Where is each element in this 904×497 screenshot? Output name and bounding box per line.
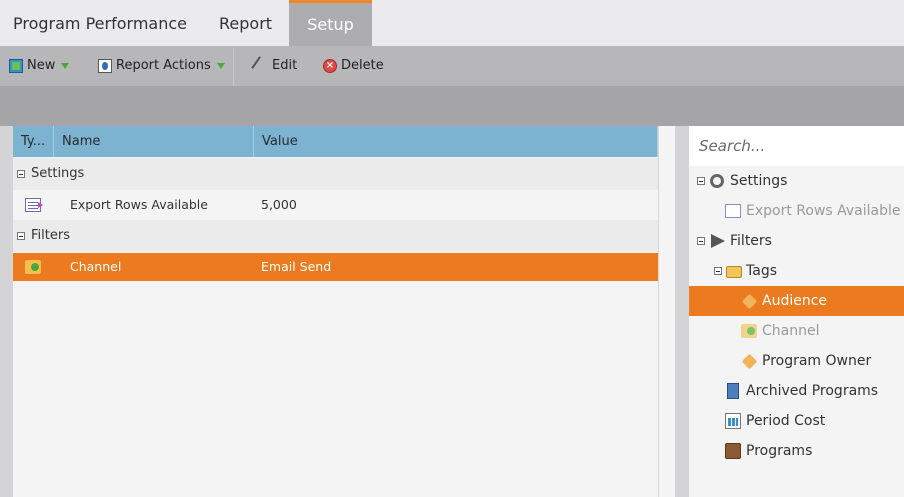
chevron-down-icon (61, 63, 70, 69)
collapse-icon[interactable] (714, 267, 722, 275)
tree-node-period-cost[interactable]: Period Cost (725, 406, 895, 436)
chevron-down-icon (216, 63, 225, 69)
tag-icon (741, 353, 758, 370)
channel-icon (25, 260, 41, 274)
grid-scrollbar[interactable] (658, 126, 675, 497)
edit-button[interactable]: Edit (250, 46, 297, 86)
delete-label: Delete (341, 58, 384, 73)
tab-report[interactable]: Report (207, 0, 284, 46)
tree-node-export-rows-available[interactable]: Export Rows Available (725, 196, 901, 226)
gear-icon (710, 174, 724, 188)
tree-node-label: Archived Programs (746, 383, 879, 399)
tree-node-label: Tags (746, 263, 777, 279)
report-icon (98, 59, 112, 73)
table-row[interactable]: Export Rows Available 5,000 (13, 190, 658, 220)
tree-node-label: Programs (746, 443, 813, 459)
archive-icon (727, 383, 739, 399)
tab-setup[interactable]: Setup (289, 0, 372, 46)
row-value: Email Send (261, 259, 332, 274)
tree-node-settings[interactable]: Settings (697, 166, 897, 196)
tree-node-filters[interactable]: Filters (697, 226, 897, 256)
grid-header: Ty... Name Value (13, 126, 658, 157)
setup-grid: Ty... Name Value Settings Export Rows Av… (13, 126, 675, 497)
tag-icon (741, 293, 758, 310)
column-name[interactable]: Name (54, 126, 254, 157)
collapse-icon[interactable] (697, 177, 705, 185)
tree-node-channel[interactable]: Channel (741, 316, 891, 346)
export-rows-icon (25, 198, 43, 212)
toolbar-divider (233, 48, 234, 86)
tree-node-programs[interactable]: Programs (725, 436, 895, 466)
tree-node-label: Period Cost (746, 413, 826, 429)
programs-icon (725, 443, 741, 459)
filter-icon (711, 234, 725, 248)
tree-node-tags[interactable]: Tags (714, 256, 894, 286)
tree-node-audience[interactable]: Audience (689, 286, 904, 316)
pencil-icon (251, 56, 271, 76)
table-row[interactable]: Channel Email Send (13, 253, 658, 281)
delete-button[interactable]: × Delete (323, 46, 384, 86)
export-rows-icon (725, 204, 741, 218)
toolbar: New Report Actions Edit × Delete (0, 46, 904, 86)
tree-node-label: Settings (730, 173, 788, 189)
row-name: Export Rows Available (70, 197, 208, 212)
delete-icon: × (323, 59, 337, 73)
tree-node-label: Program Owner (762, 353, 872, 369)
toolbar-strip (0, 86, 904, 126)
group-settings[interactable]: Settings (13, 158, 658, 190)
column-type[interactable]: Ty... (13, 126, 54, 157)
tree-node-program-owner[interactable]: Program Owner (741, 346, 901, 376)
report-actions-button[interactable]: Report Actions (98, 46, 225, 86)
tree-node-label: Filters (730, 233, 772, 249)
row-name: Channel (70, 259, 122, 274)
report-actions-label: Report Actions (116, 58, 211, 73)
tree-node-archived-programs[interactable]: Archived Programs (725, 376, 903, 406)
tree-panel: Settings Export Rows Available Filters T… (689, 126, 904, 497)
tree-node-label: Channel (762, 323, 820, 339)
group-label: Settings (31, 166, 85, 181)
group-filters[interactable]: Filters (13, 220, 658, 252)
row-value: 5,000 (261, 197, 297, 212)
tab-program-performance[interactable]: Program Performance (1, 0, 199, 46)
new-button[interactable]: New (9, 46, 70, 86)
collapse-icon[interactable] (17, 170, 25, 178)
tree-node-label: Audience (762, 293, 828, 309)
folder-icon (726, 266, 742, 278)
new-label: New (27, 58, 56, 73)
column-value[interactable]: Value (254, 126, 658, 157)
new-icon (9, 59, 23, 73)
tree-node-label: Export Rows Available (746, 203, 901, 219)
edit-label: Edit (272, 58, 298, 73)
group-label: Filters (31, 228, 70, 243)
collapse-icon[interactable] (697, 237, 705, 245)
period-cost-icon (725, 413, 741, 429)
search-input[interactable] (689, 126, 904, 166)
channel-icon (741, 324, 757, 338)
tab-bar: Program Performance Report Setup (0, 0, 904, 46)
collapse-icon[interactable] (17, 232, 25, 240)
